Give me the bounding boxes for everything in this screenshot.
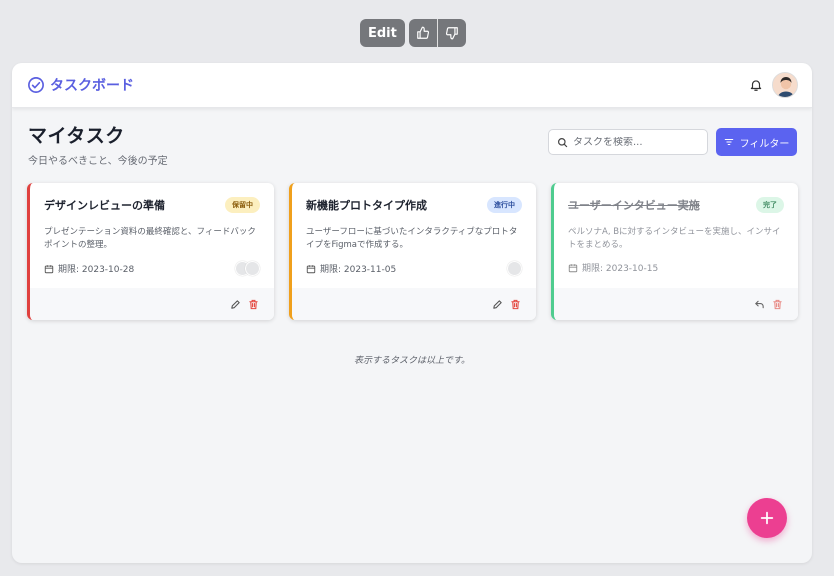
- status-badge: 完了: [756, 197, 784, 213]
- pencil-icon[interactable]: [230, 299, 241, 310]
- title-row: マイタスク 今日やるべきこと、今後の予定 フィルター: [28, 121, 797, 167]
- task-card-header: ユーザーインタビュー実施 完了: [568, 197, 784, 213]
- due-date: 期限: 2023-10-28: [44, 262, 134, 275]
- task-card[interactable]: ユーザーインタビュー実施 完了 ペルソナA, Bに対するインタビューを実施し、イ…: [551, 183, 798, 320]
- search-icon: [558, 137, 568, 147]
- calendar-icon: [306, 265, 316, 274]
- due-date-text: 期限: 2023-10-15: [582, 264, 659, 275]
- trash-icon[interactable]: [248, 299, 259, 310]
- brand[interactable]: タスクボード: [27, 75, 134, 95]
- task-description: プレゼンテーション資料の最終確認と、フィードバックポイントの整理。: [44, 227, 256, 251]
- task-description: ユーザーフローに基づいたインタラクティブなプロトタイプをFigmaで作成する。: [306, 227, 518, 251]
- due-date-text: 期限: 2023-11-05: [320, 265, 397, 276]
- task-meta: 期限: 2023-10-28: [44, 261, 260, 277]
- task-card-header: デザインレビューの準備 保留中: [44, 197, 260, 213]
- brand-name: タスクボード: [50, 78, 134, 94]
- task-card-body: ユーザーインタビュー実施 完了 ペルソナA, Bに対するインタビューを実施し、イ…: [554, 183, 798, 288]
- task-title: ユーザーインタビュー実施: [568, 199, 700, 212]
- task-card-body: 新機能プロトタイプ作成 進行中 ユーザーフローに基づいたインタラクティブなプロト…: [292, 183, 536, 288]
- calendar-icon: [44, 265, 54, 274]
- plus-icon: [760, 511, 774, 525]
- app-header: タスクボード: [12, 63, 812, 108]
- thumbs-up-icon: [417, 26, 429, 39]
- edit-button[interactable]: Edit: [360, 19, 405, 47]
- page-subtitle: 今日やるべきこと、今後の予定: [28, 156, 168, 167]
- thumbs-down-button[interactable]: [438, 19, 466, 47]
- page-title: マイタスク: [28, 125, 125, 147]
- thumbs-down-icon: [445, 27, 458, 40]
- task-title: 新機能プロトタイプ作成: [306, 199, 427, 212]
- status-badge: 進行中: [487, 197, 522, 213]
- assignees: [235, 261, 260, 277]
- feedback-group: [408, 19, 466, 47]
- task-title: デザインレビューの準備: [44, 199, 165, 212]
- filter-label: フィルター: [739, 138, 790, 150]
- assignee-avatar: [245, 261, 260, 277]
- task-meta: 期限: 2023-11-05: [306, 261, 522, 277]
- due-date-text: 期限: 2023-10-28: [58, 265, 135, 276]
- task-actions: [30, 288, 274, 320]
- end-of-list-note: 表示するタスクは以上です。: [353, 356, 471, 366]
- filter-button[interactable]: フィルター: [716, 128, 797, 156]
- app-window: タスクボード マイタスク 今日やるべきこと、今後の予定 フィルター: [12, 63, 812, 563]
- task-description: ペルソナA, Bに対するインタビューを実施し、インサイトをまとめる。: [568, 227, 781, 251]
- pencil-icon[interactable]: [492, 299, 503, 310]
- user-avatar[interactable]: [772, 72, 798, 98]
- check-circle-icon: [28, 77, 44, 93]
- list-controls: フィルター: [548, 128, 797, 167]
- search-input[interactable]: [573, 136, 693, 148]
- undo-icon[interactable]: [754, 299, 765, 310]
- edit-toolbar: Edit: [360, 19, 466, 47]
- status-badge: 保留中: [225, 197, 260, 213]
- avatar-image: [773, 73, 797, 97]
- page-heading: マイタスク 今日やるべきこと、今後の予定: [28, 121, 168, 167]
- header-actions: [749, 72, 798, 98]
- task-meta: 期限: 2023-10-15: [568, 261, 784, 274]
- trash-icon[interactable]: [772, 299, 783, 310]
- add-task-button[interactable]: [747, 498, 787, 538]
- assignees: [507, 261, 522, 277]
- assignee-avatar: [507, 261, 522, 277]
- task-card[interactable]: デザインレビューの準備 保留中 プレゼンテーション資料の最終確認と、フィードバッ…: [27, 183, 274, 320]
- task-actions: [554, 288, 798, 320]
- task-card[interactable]: 新機能プロトタイプ作成 進行中 ユーザーフローに基づいたインタラクティブなプロト…: [289, 183, 536, 320]
- trash-icon[interactable]: [510, 299, 521, 310]
- task-card-header: 新機能プロトタイプ作成 進行中: [306, 197, 522, 213]
- task-card-body: デザインレビューの準備 保留中 プレゼンテーション資料の最終確認と、フィードバッ…: [30, 183, 274, 288]
- thumbs-up-button[interactable]: [409, 19, 437, 47]
- search-box: [548, 129, 708, 155]
- task-list: デザインレビューの準備 保留中 プレゼンテーション資料の最終確認と、フィードバッ…: [27, 183, 798, 320]
- task-actions: [292, 288, 536, 320]
- filter-icon: [724, 138, 733, 146]
- due-date: 期限: 2023-11-05: [306, 262, 396, 275]
- bell-icon[interactable]: [749, 78, 763, 92]
- due-date: 期限: 2023-10-15: [568, 261, 658, 274]
- calendar-icon: [568, 264, 578, 273]
